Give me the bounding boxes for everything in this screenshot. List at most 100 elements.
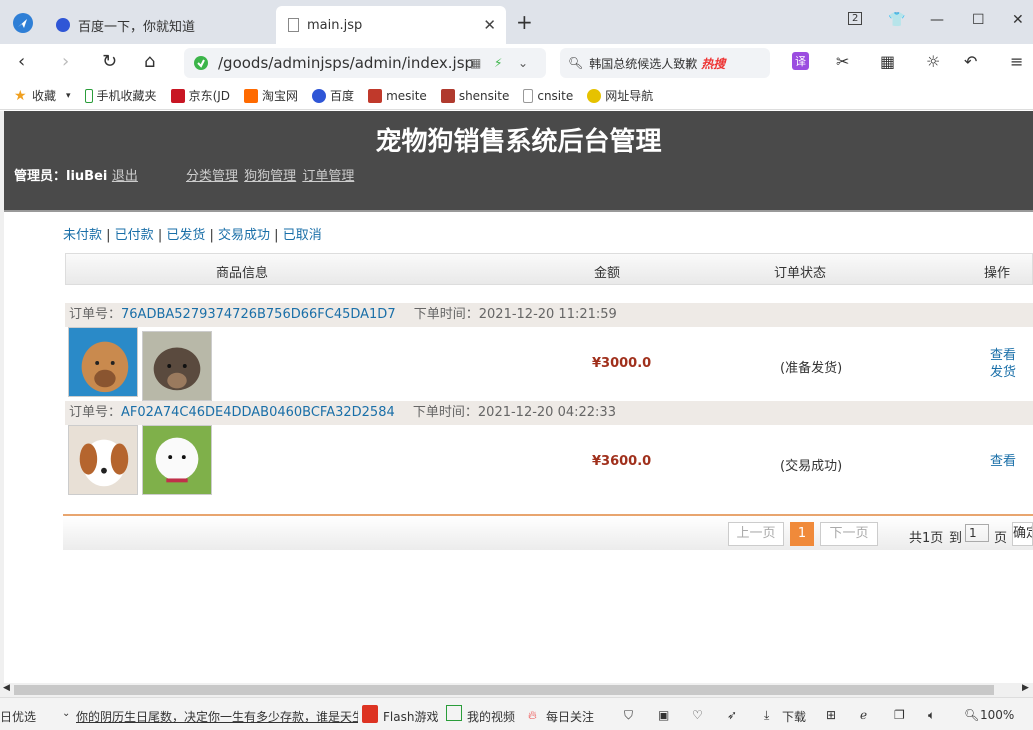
page-number-input[interactable]: 1 bbox=[965, 524, 989, 542]
tab-baidu[interactable]: 百度一下，你就知道 bbox=[48, 6, 273, 44]
tab-main-jsp[interactable]: main.jsp ✕ bbox=[276, 6, 506, 44]
search-hint: 韩国总统候选人致歉 bbox=[589, 56, 698, 71]
scrollbar-thumb[interactable] bbox=[14, 685, 994, 695]
product-thumbnail-poodle[interactable] bbox=[142, 425, 212, 495]
zoom-level[interactable]: 100% bbox=[980, 708, 1014, 722]
image-icon[interactable]: ▣ bbox=[658, 708, 669, 722]
window-icon[interactable]: ❐ bbox=[894, 708, 905, 722]
bookmark-mesite[interactable]: mesite bbox=[368, 88, 427, 103]
order-bar: 订单号：76ADBA5279374726B756D66FC45DA1D7 下单时… bbox=[65, 303, 1033, 327]
bookmark-favorites[interactable]: ★ 收藏 ▾ bbox=[14, 87, 71, 104]
status-promo[interactable]: 日优选 bbox=[0, 708, 36, 725]
site-header: 宠物狗销售系统后台管理 管理员：liuBei 退出 分类管理 狗狗管理 订单管理 bbox=[4, 111, 1033, 212]
order-status: (准备发货) bbox=[780, 361, 843, 376]
bookmark-jd[interactable]: 京东(JD bbox=[170, 87, 230, 104]
filter-completed[interactable]: 交易成功 bbox=[218, 228, 270, 243]
bookmark-taobao[interactable]: 淘宝网 bbox=[244, 87, 298, 104]
minimize-icon[interactable]: — bbox=[930, 12, 944, 28]
ie-icon[interactable]: ℯ bbox=[860, 708, 867, 722]
goto-label: 到 bbox=[949, 531, 963, 546]
product-thumbnail-beagle[interactable] bbox=[68, 425, 138, 495]
grid-icon[interactable]: ▦ bbox=[880, 52, 895, 71]
order-status-filters: 未付款 | 已付款 | 已发货 | 交易成功 | 已取消 bbox=[63, 228, 322, 243]
phone-icon bbox=[84, 88, 93, 103]
prev-page-button[interactable]: 上一页 bbox=[728, 522, 784, 546]
horizontal-scrollbar[interactable]: ◀ ▶ bbox=[0, 683, 1033, 697]
order-time-label: 下单时间： bbox=[412, 405, 478, 420]
bookmark-shensite[interactable]: shensite bbox=[440, 88, 509, 103]
ship-order-link[interactable]: 发货 bbox=[990, 364, 1016, 381]
status-daily-focus[interactable]: 每日关注 bbox=[546, 708, 594, 725]
filter-unpaid[interactable]: 未付款 bbox=[63, 228, 102, 243]
filter-cancelled[interactable]: 已取消 bbox=[283, 228, 322, 243]
rocket-icon[interactable]: ➶ bbox=[727, 708, 737, 722]
back-icon[interactable]: ‹ bbox=[18, 52, 25, 72]
view-order-link[interactable]: 查看 bbox=[990, 453, 1016, 470]
scissors-icon[interactable]: ✂ bbox=[836, 52, 849, 71]
menu-icon[interactable]: ≡ bbox=[1010, 52, 1023, 71]
nav-order-management[interactable]: 订单管理 bbox=[302, 169, 354, 184]
status-download[interactable]: 下载 bbox=[782, 708, 806, 725]
next-page-button[interactable]: 下一页 bbox=[820, 522, 878, 546]
search-icon: 🔍︎ bbox=[568, 56, 584, 70]
orders-table-header: 商品信息 金额 订单状态 操作 bbox=[65, 253, 1033, 285]
product-thumbnail-puppy[interactable] bbox=[142, 331, 212, 401]
bookmark-mobile[interactable]: 手机收藏夹 bbox=[84, 87, 157, 104]
pagination: 上一页 1 下一页 共1页 到 1 页 确定 bbox=[63, 514, 1033, 550]
nav-dog-management[interactable]: 狗狗管理 bbox=[244, 169, 296, 184]
scroll-left-icon[interactable]: ◀ bbox=[3, 683, 10, 693]
filter-paid[interactable]: 已付款 bbox=[115, 228, 154, 243]
view-order-link[interactable]: 查看 bbox=[990, 347, 1016, 364]
order-id-link[interactable]: AF02A74C46DE4DDAB0460BCFA32D2584 bbox=[121, 405, 395, 420]
browser-logo-icon[interactable] bbox=[12, 12, 34, 34]
shield-icon[interactable]: ⛉ bbox=[624, 708, 633, 723]
status-my-videos[interactable]: 我的视频 bbox=[467, 708, 515, 725]
shirt-icon[interactable]: 👕 bbox=[888, 12, 905, 28]
home-icon[interactable]: ⌂ bbox=[144, 52, 155, 72]
product-thumbnail-shar-pei[interactable] bbox=[68, 327, 138, 397]
close-tab-icon[interactable]: ✕ bbox=[483, 16, 496, 34]
scroll-right-icon[interactable]: ▶ bbox=[1022, 683, 1029, 693]
filter-shipped[interactable]: 已发货 bbox=[166, 228, 205, 243]
close-window-icon[interactable]: ✕ bbox=[1012, 12, 1024, 28]
order-status: (交易成功) bbox=[780, 459, 843, 474]
header-status: 订单状态 bbox=[774, 266, 827, 281]
forward-icon[interactable]: › bbox=[62, 52, 69, 72]
download-icon[interactable]: ⤓ bbox=[764, 708, 769, 723]
bookmark-cnsite[interactable]: cnsite bbox=[523, 88, 573, 103]
devices-icon[interactable]: ⊞ bbox=[826, 708, 836, 722]
brightness-icon[interactable]: ☼ bbox=[926, 52, 940, 71]
bolt-icon[interactable]: ⚡ bbox=[494, 56, 502, 70]
shensite-icon bbox=[440, 88, 455, 103]
chevron-down-icon[interactable]: ⌄ bbox=[62, 708, 70, 719]
nav-category-management[interactable]: 分类管理 bbox=[186, 169, 238, 184]
undo-icon[interactable]: ↶ bbox=[964, 52, 977, 71]
zoom-icon[interactable]: 🔍︎ bbox=[964, 708, 979, 722]
order-id-link[interactable]: 76ADBA5279374726B756D66FC45DA1D7 bbox=[121, 307, 396, 322]
speaker-icon[interactable]: 🔈︎ bbox=[928, 708, 935, 723]
translate-icon[interactable]: 译 bbox=[792, 52, 809, 70]
baidu-paw-icon bbox=[312, 88, 327, 103]
tab-counter[interactable]: 2 bbox=[848, 12, 863, 25]
maximize-icon[interactable]: ☐ bbox=[972, 12, 985, 28]
order-time-label: 下单时间： bbox=[413, 307, 479, 322]
new-tab-button[interactable]: + bbox=[516, 12, 533, 32]
url-field[interactable]: /goods/adminjsps/admin/index.jsp ▦ ⚡ ⌄ bbox=[184, 48, 546, 78]
page-content: 宠物狗销售系统后台管理 管理员：liuBei 退出 分类管理 狗狗管理 订单管理… bbox=[4, 111, 1033, 683]
bookmark-baidu[interactable]: 百度 bbox=[312, 87, 354, 104]
heart-icon[interactable]: ♡ bbox=[692, 708, 703, 722]
qr-icon[interactable]: ▦ bbox=[470, 56, 481, 70]
reload-icon[interactable]: ↻ bbox=[102, 52, 117, 72]
header-actions: 操作 bbox=[984, 266, 1011, 281]
logout-link[interactable]: 退出 bbox=[112, 169, 138, 184]
status-news[interactable]: 你的阴历生日尾数，决定你一生有多少存款，谁是天生 bbox=[76, 708, 358, 725]
current-page[interactable]: 1 bbox=[790, 522, 814, 546]
confirm-button[interactable]: 确定 bbox=[1012, 522, 1033, 546]
chevron-down-icon[interactable]: ⌄ bbox=[518, 56, 528, 70]
bookmark-navigation[interactable]: 网址导航 bbox=[587, 87, 653, 104]
navigation-icon bbox=[587, 88, 602, 103]
hot-search-badge[interactable]: 热搜 bbox=[701, 55, 725, 72]
status-flash-games[interactable]: Flash游戏 bbox=[383, 708, 438, 725]
search-box[interactable]: 🔍︎ 韩国总统候选人致歉 热搜 bbox=[560, 48, 770, 78]
mesite-icon bbox=[368, 88, 383, 103]
